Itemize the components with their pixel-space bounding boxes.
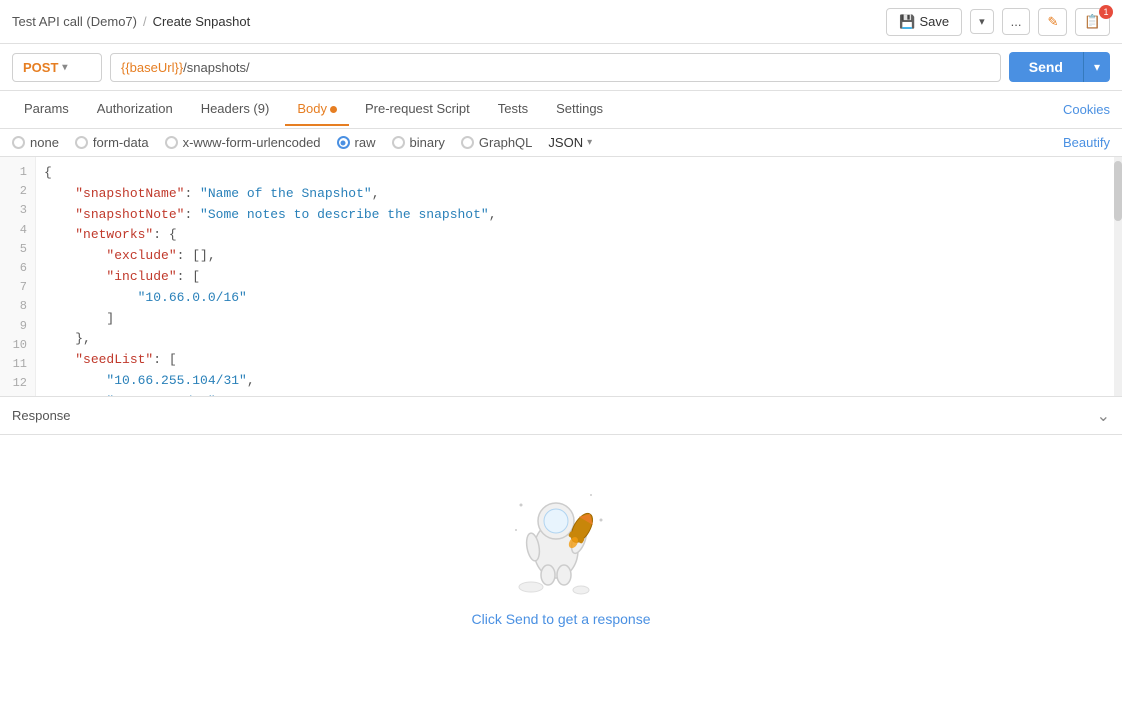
method-label: POST bbox=[23, 60, 58, 75]
code-editor[interactable]: 1 2 3 4 5 6 7 8 9 10 11 12 13 14 15 { "s… bbox=[0, 157, 1122, 397]
tab-tests[interactable]: Tests bbox=[486, 93, 540, 126]
breadcrumb-area: Test API call (Demo7) / Create Snpashot bbox=[12, 14, 250, 29]
body-options-bar: none form-data x-www-form-urlencoded raw… bbox=[0, 129, 1122, 157]
line-numbers: 1 2 3 4 5 6 7 8 9 10 11 12 13 14 15 bbox=[0, 157, 36, 397]
radio-binary bbox=[392, 136, 405, 149]
beautify-area: Beautify bbox=[1063, 135, 1110, 150]
radio-graphql bbox=[461, 136, 474, 149]
save-button[interactable]: 💾 Save bbox=[886, 8, 962, 36]
astronaut-illustration bbox=[501, 475, 621, 595]
base-url-part: {{baseUrl}} bbox=[121, 60, 183, 75]
option-graphql[interactable]: GraphQL bbox=[461, 135, 532, 150]
tab-params[interactable]: Params bbox=[12, 93, 81, 126]
collapse-icon: ⌄ bbox=[1097, 406, 1110, 426]
breadcrumb-current: Create Snpashot bbox=[153, 14, 251, 29]
send-group: Send ▾ bbox=[1009, 52, 1110, 82]
edit-icon: ✎ bbox=[1047, 14, 1058, 29]
more-options-button[interactable]: ... bbox=[1002, 8, 1031, 35]
chevron-down-icon: ▾ bbox=[62, 62, 67, 73]
breadcrumb-parent: Test API call (Demo7) bbox=[12, 14, 137, 29]
empty-response-state: Click Send to get a response bbox=[0, 435, 1122, 667]
tab-body[interactable]: Body bbox=[285, 93, 349, 126]
option-none-label: none bbox=[30, 135, 59, 150]
method-select[interactable]: POST ▾ bbox=[12, 53, 102, 82]
response-section-header[interactable]: Response ⌄ bbox=[0, 397, 1122, 435]
tab-prerequest[interactable]: Pre-request Script bbox=[353, 93, 482, 126]
save-icon: 💾 bbox=[899, 14, 915, 30]
option-raw[interactable]: raw bbox=[337, 135, 376, 150]
code-content: { "snapshotName": "Name of the Snapshot"… bbox=[36, 157, 1122, 397]
notifications-button[interactable]: 📋 1 bbox=[1075, 8, 1110, 36]
notif-icon: 📋 bbox=[1084, 14, 1101, 29]
option-graphql-label: GraphQL bbox=[479, 135, 532, 150]
send-dropdown-button[interactable]: ▾ bbox=[1083, 52, 1110, 82]
notif-badge: 1 bbox=[1099, 5, 1113, 19]
edit-button[interactable]: ✎ bbox=[1038, 8, 1067, 36]
json-type-label: JSON bbox=[548, 135, 583, 150]
radio-urlencoded bbox=[165, 136, 178, 149]
option-form-data[interactable]: form-data bbox=[75, 135, 149, 150]
save-label: Save bbox=[919, 14, 949, 29]
tab-settings[interactable]: Settings bbox=[544, 93, 615, 126]
url-path-part: /snapshots/ bbox=[183, 60, 250, 75]
request-tabs: Params Authorization Headers (9) Body Pr… bbox=[0, 91, 1122, 129]
option-binary-label: binary bbox=[410, 135, 445, 150]
url-bar: POST ▾ {{baseUrl}}/snapshots/ Send ▾ bbox=[0, 44, 1122, 91]
response-label: Response bbox=[12, 408, 71, 423]
send-button[interactable]: Send bbox=[1009, 52, 1083, 82]
chevron-down-icon: ▾ bbox=[587, 137, 592, 148]
top-bar: Test API call (Demo7) / Create Snpashot … bbox=[0, 0, 1122, 44]
option-none[interactable]: none bbox=[12, 135, 59, 150]
top-bar-actions: 💾 Save ▾ ... ✎ 📋 1 bbox=[886, 8, 1110, 36]
option-urlencoded-label: x-www-form-urlencoded bbox=[183, 135, 321, 150]
breadcrumb-separator: / bbox=[143, 14, 147, 29]
scrollbar-thumb[interactable] bbox=[1114, 161, 1122, 221]
editor-inner: 1 2 3 4 5 6 7 8 9 10 11 12 13 14 15 { "s… bbox=[0, 157, 1122, 397]
option-binary[interactable]: binary bbox=[392, 135, 445, 150]
json-type-dropdown[interactable]: JSON ▾ bbox=[548, 135, 592, 150]
option-form-data-label: form-data bbox=[93, 135, 149, 150]
save-dropdown-button[interactable]: ▾ bbox=[970, 9, 994, 34]
option-urlencoded[interactable]: x-www-form-urlencoded bbox=[165, 135, 321, 150]
url-input[interactable]: {{baseUrl}}/snapshots/ bbox=[110, 53, 1001, 82]
beautify-button[interactable]: Beautify bbox=[1063, 135, 1110, 150]
radio-none bbox=[12, 136, 25, 149]
body-dot-indicator bbox=[330, 106, 337, 113]
radio-raw bbox=[337, 136, 350, 149]
tab-authorization[interactable]: Authorization bbox=[85, 93, 185, 126]
option-raw-label: raw bbox=[355, 135, 376, 150]
cookies-link[interactable]: Cookies bbox=[1063, 102, 1110, 117]
radio-form-data bbox=[75, 136, 88, 149]
empty-state-text[interactable]: Click Send to get a response bbox=[472, 611, 651, 627]
tabs-right: Cookies bbox=[1063, 102, 1110, 117]
vertical-scrollbar[interactable] bbox=[1114, 157, 1122, 396]
tab-headers[interactable]: Headers (9) bbox=[189, 93, 282, 126]
